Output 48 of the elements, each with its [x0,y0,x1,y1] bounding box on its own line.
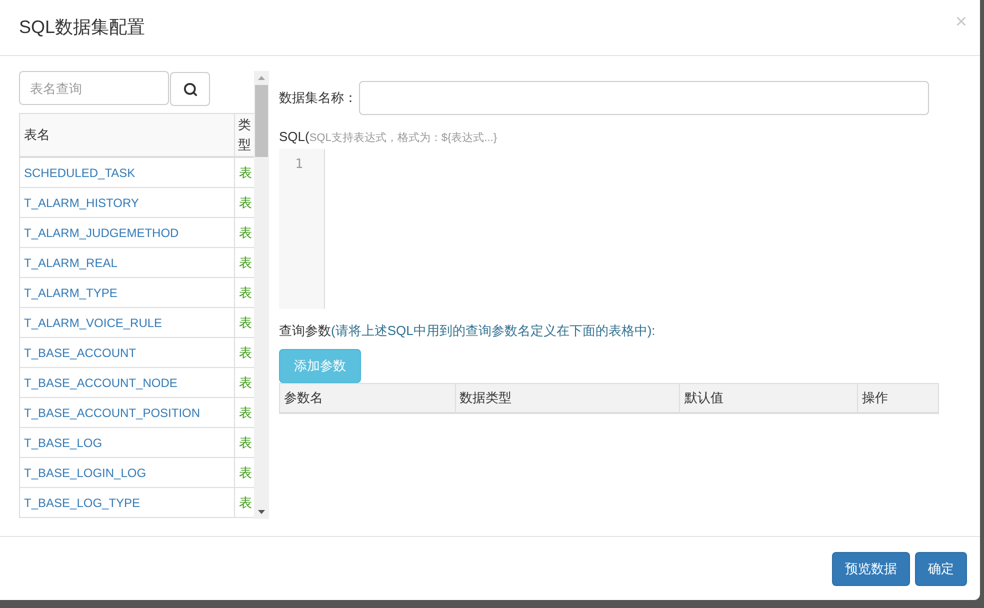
dialog-title: SQL数据集配置 [19,16,146,39]
type-cell-text: 表 [238,374,253,392]
table-name-link[interactable]: T_ALARM_JUDGEMETHOD [20,218,235,247]
query-params-label: 查询参数 [279,322,331,340]
scroll-up-icon[interactable] [258,76,265,80]
dataset-name-field[interactable] [359,81,929,115]
table-name-link[interactable]: T_ALARM_TYPE [20,278,235,307]
sql-editor[interactable]: 1 [279,148,939,308]
table-name-link[interactable]: T_ALARM_VOICE_RULE [20,308,235,337]
scroll-thumb[interactable] [255,85,268,157]
type-cell-text: 表 [238,224,253,242]
preview-button[interactable]: 预览数据 [832,552,910,586]
search-button[interactable] [170,72,210,106]
table-name-link[interactable]: T_BASE_ACCOUNT_NODE [20,368,235,397]
column-header: 默认值 [680,384,858,412]
sql-label: SQL( [279,128,310,146]
confirm-button[interactable]: 确定 [915,552,967,586]
column-header: 操作 [861,389,890,408]
line-number: 1 [295,156,303,174]
type-cell-text: 表 [238,344,253,362]
dataset-name-label: 数据集名称： [279,89,357,108]
column-header: 表名 [20,114,235,156]
type-cell-text: 表 [238,434,253,452]
table-name-link[interactable]: T_BASE_LOG [20,428,235,457]
table-name-link[interactable]: T_BASE_LOG_TYPE [20,488,235,517]
table-name-link[interactable]: SCHEDULED_TASK [20,158,235,187]
table-name-link[interactable]: T_ALARM_REAL [20,248,235,277]
sql-hint: SQL支持表达式，格式为：${表达式...} [309,131,497,146]
table-name-link[interactable]: T_BASE_ACCOUNT [20,338,235,367]
column-header: 参数名 [280,384,456,412]
table-name-link[interactable]: T_ALARM_HISTORY [20,188,235,217]
query-params-hint: (请将上述SQL中用到的查询参数名定义在下面的表格中): [331,322,656,340]
table-name-link[interactable]: T_BASE_LOGIN_LOG [20,458,235,487]
type-cell-text: 表 [238,494,253,512]
search-icon [182,82,198,96]
column-header: 数据类型 [456,384,680,412]
column-header: 类型 [237,116,252,154]
search-field[interactable]: 表名查询 [19,71,169,105]
scrollbar[interactable] [254,71,269,519]
type-cell-text: 表 [238,464,253,482]
type-cell-text: 表 [238,254,253,272]
type-cell-text: 表 [238,314,253,332]
type-cell-text: 表 [238,194,253,212]
type-cell-text: 表 [238,284,253,302]
type-cell-text: 表 [238,164,253,182]
table-name-link[interactable]: T_BASE_ACCOUNT_POSITION [20,398,235,427]
type-cell-text: 表 [238,404,253,422]
scroll-down-icon[interactable] [258,510,265,514]
